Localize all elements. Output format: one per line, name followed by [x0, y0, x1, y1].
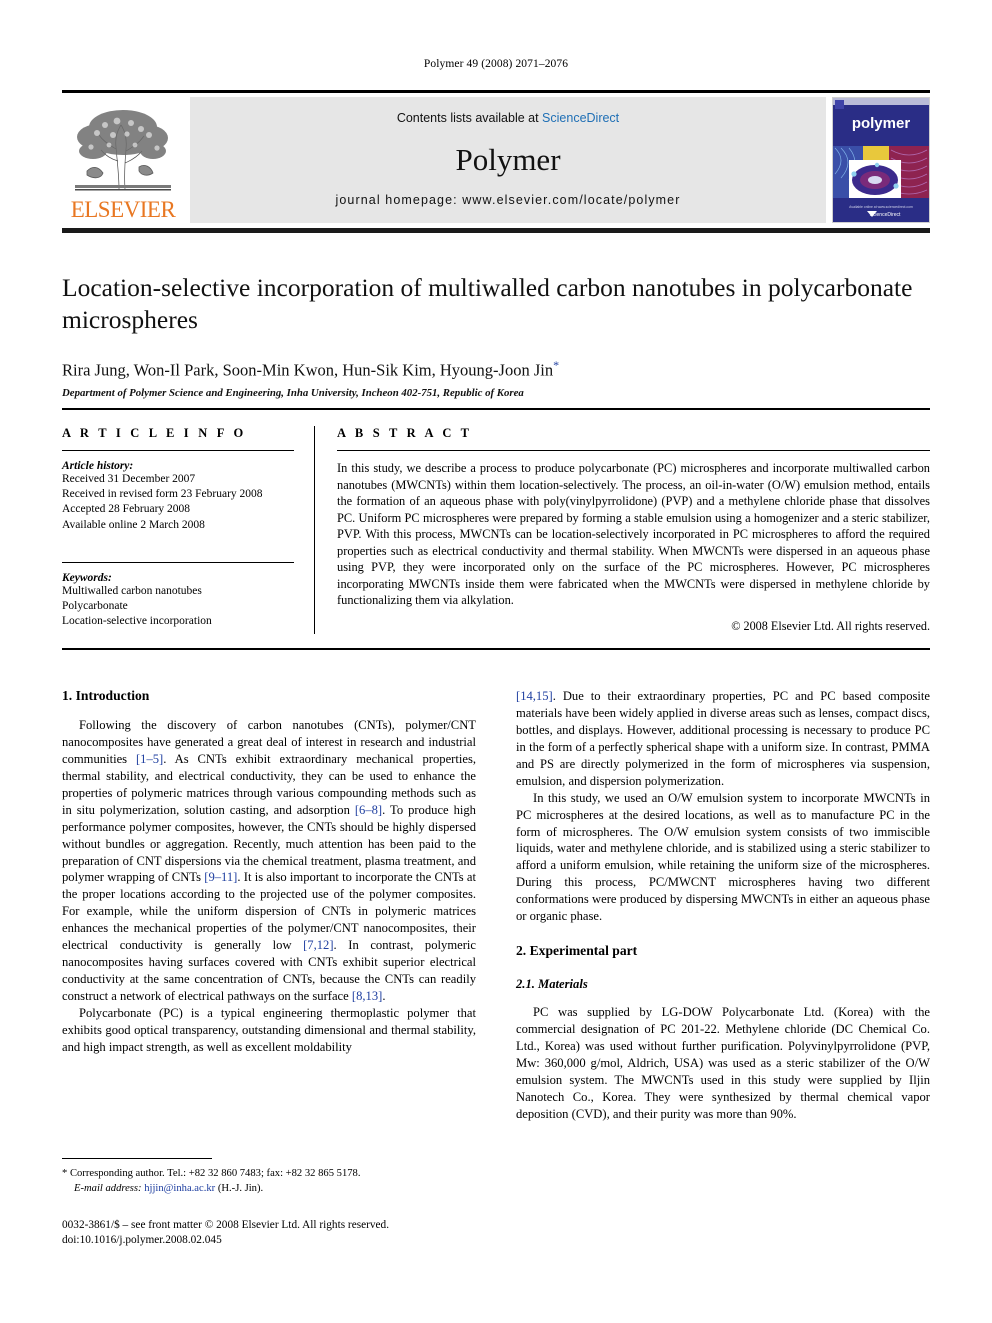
- title-block: Location-selective incorporation of mult…: [62, 272, 930, 399]
- citation-ref[interactable]: [7,12]: [303, 938, 333, 952]
- info-abstract-body: A R T I C L E I N F O Article history: R…: [62, 426, 930, 634]
- issn-copyright-line: 0032-3861/$ – see front matter © 2008 El…: [62, 1219, 390, 1231]
- left-column: 1. Introduction Following the discovery …: [62, 688, 476, 1123]
- email-link[interactable]: hjjin@inha.ac.kr: [144, 1183, 215, 1194]
- keywords-rule: [62, 561, 294, 563]
- intro-paragraph-2-start: Polycarbonate (PC) is a typical engineer…: [62, 1005, 476, 1056]
- abstract-heading: A B S T R A C T: [337, 426, 473, 440]
- right-column: [14,15]. Due to their extraordinary prop…: [516, 688, 930, 1123]
- journal-banner: ELSEVIER Contents lists available at Sci…: [62, 90, 930, 233]
- corresponding-author-footnote: * Corresponding author. Tel.: +82 32 860…: [62, 1167, 476, 1182]
- banner-top-rule: [62, 90, 930, 93]
- citation-ref[interactable]: [1–5]: [136, 752, 163, 766]
- affiliation: Department of Polymer Science and Engine…: [62, 387, 524, 400]
- keyword-item: Location-selective incorporation: [62, 615, 212, 628]
- article-history-item: Available online 2 March 2008: [62, 518, 205, 531]
- intro-paragraph-3: In this study, we used an O/W emulsion s…: [516, 790, 930, 924]
- text-run: . Due to their extraordinary properties,…: [516, 689, 930, 788]
- text-run: .: [382, 989, 386, 1003]
- info-abstract-region: A R T I C L E I N F O Article history: R…: [62, 408, 930, 650]
- article-history-label: Article history:: [62, 460, 134, 472]
- elsevier-logo: ELSEVIER: [62, 97, 184, 223]
- author-list: Rira Jung, Won-Il Park, Soon-Min Kwon, H…: [62, 358, 930, 381]
- citation-ref[interactable]: [9–11]: [204, 870, 237, 884]
- info-abstract-top-rule: [62, 408, 930, 410]
- banner-center: Contents lists available at ScienceDirec…: [190, 97, 826, 223]
- article-history-item: Received in revised form 23 February 200…: [62, 488, 263, 501]
- article-info-heading: A R T I C L E I N F O: [62, 426, 247, 440]
- intro-paragraph-1: Following the discovery of carbon nanotu…: [62, 717, 476, 1005]
- intro-paragraph-2-continued: [14,15]. Due to their extraordinary prop…: [516, 688, 930, 790]
- journal-title: Polymer: [455, 141, 561, 177]
- doi-line: doi:10.1016/j.polymer.2008.02.045: [62, 1234, 222, 1247]
- article-history-item: Accepted 28 February 2008: [62, 503, 191, 516]
- section-heading-experimental: 2. Experimental part: [516, 943, 638, 959]
- materials-paragraph-1: PC was supplied by LG-DOW Polycarbonate …: [516, 1005, 930, 1121]
- corresponding-author-marker: *: [553, 357, 560, 372]
- sciencedirect-link[interactable]: ScienceDirect: [542, 111, 619, 125]
- article-history-item: Received 31 December 2007: [62, 473, 196, 485]
- keyword-item: Multiwalled carbon nanotubes: [62, 584, 202, 597]
- footnote-area: * Corresponding author. Tel.: +82 32 860…: [62, 1158, 476, 1196]
- body-columns: 1. Introduction Following the discovery …: [62, 688, 930, 1123]
- article-info-rule: [62, 450, 294, 451]
- running-head: Polymer 49 (2008) 2071–2076: [423, 58, 569, 70]
- email-footnote: E-mail address: hjjin@inha.ac.kr (H.-J. …: [62, 1182, 476, 1197]
- banner-body: ELSEVIER Contents lists available at Sci…: [62, 97, 930, 223]
- abstract-copyright: © 2008 Elsevier Ltd. All rights reserved…: [731, 618, 930, 633]
- journal-article-page: Polymer 49 (2008) 2071–2076 ELSEVIER Con…: [0, 0, 992, 1323]
- subsection-heading-materials: 2.1. Materials: [516, 977, 588, 992]
- column-divider: [314, 426, 315, 634]
- author-names: Rira Jung, Won-Il Park, Soon-Min Kwon, H…: [62, 360, 554, 380]
- citation-ref[interactable]: [6–8]: [355, 803, 382, 817]
- section-heading-introduction: 1. Introduction: [62, 688, 150, 703]
- text-run: Polycarbonate (PC) is a typical engineer…: [62, 1005, 476, 1054]
- abstract-text: In this study, we describe a process to …: [337, 461, 930, 607]
- footnote-rule: [62, 1158, 212, 1159]
- elsevier-wordmark: ELSEVIER: [70, 197, 176, 222]
- text-run: Corresponding author. Tel.: +82 32 860 7…: [67, 1168, 361, 1179]
- imprint-block: 0032-3861/$ – see front matter © 2008 El…: [62, 1218, 492, 1249]
- elsevier-tree-icon: [69, 105, 177, 197]
- keywords-label: Keywords:: [62, 571, 112, 584]
- cover-artwork: polymer Available online at www.scienced…: [833, 98, 929, 222]
- abstract-column: A B S T R A C T In this study, we descri…: [337, 426, 930, 634]
- email-label: E-mail address:: [74, 1182, 142, 1194]
- svg-text:polymer: polymer: [852, 115, 911, 132]
- journal-cover-thumbnail: polymer Available online at www.scienced…: [832, 97, 930, 223]
- journal-homepage-line[interactable]: journal homepage: www.elsevier.com/locat…: [335, 193, 680, 207]
- citation-ref[interactable]: [14,15]: [516, 689, 553, 703]
- citation-ref[interactable]: [8,13]: [352, 989, 382, 1003]
- article-info-column: A R T I C L E I N F O Article history: R…: [62, 426, 294, 634]
- svg-text:Available online at www.scienc: Available online at www.sciencedirect.co…: [849, 205, 913, 209]
- abstract-rule: [337, 450, 930, 451]
- contents-available-line: Contents lists available at ScienceDirec…: [397, 111, 619, 125]
- keyword-item: Polycarbonate: [62, 599, 128, 612]
- info-abstract-bottom-rule: [62, 647, 930, 650]
- page-title: Location-selective incorporation of mult…: [62, 273, 913, 334]
- text-run: (H.-J. Jin).: [215, 1182, 264, 1194]
- contents-prefix: Contents lists available at: [396, 111, 543, 125]
- banner-bottom-rule: [62, 228, 930, 233]
